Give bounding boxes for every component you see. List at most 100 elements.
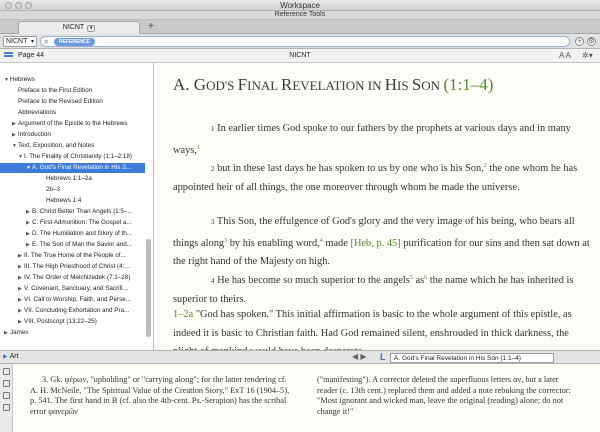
sidebar-item[interactable]: ▶ E. The Son of Man the Savior and... — [0, 240, 132, 250]
font-size-icon[interactable]: A A — [559, 51, 571, 60]
tab-nicnt[interactable]: NICNT ▾ — [18, 21, 140, 34]
sidebar-item[interactable]: ▶ B. Christ Better Than Angels (1:5–... — [0, 207, 133, 217]
footnote-marker[interactable]: 4 — [320, 238, 323, 244]
verse-number: 3 — [211, 218, 215, 226]
sidebar-scrollbar[interactable] — [146, 239, 151, 337]
art-toggle[interactable]: ▶ Art — [3, 353, 19, 360]
title-bar: Workspace — [0, 0, 600, 11]
footnote-marker[interactable]: 6 — [424, 275, 427, 281]
heading-reference-link[interactable]: (1:1–4) — [443, 75, 493, 94]
sidebar-item[interactable]: Hebrews 1:4 — [0, 196, 81, 206]
sidebar-item[interactable]: Abbreviations — [0, 108, 56, 118]
resource-select-label: NICNT — [6, 38, 28, 45]
verse-text: as — [415, 275, 425, 286]
footnote-marker[interactable]: 2 — [484, 163, 487, 169]
footnote-marker[interactable]: 3 — [224, 238, 227, 244]
verse-number: 2 — [211, 165, 215, 173]
toolbar-strip: Reference Tools — [0, 11, 600, 20]
sidebar-item[interactable]: ▶ VI. Call to Worship, Faith, and Perse..… — [0, 295, 131, 305]
sidebar-item-label: B. Christ Better Than Angels (1:5–... — [32, 208, 133, 215]
nav-arrows[interactable]: ◀ ▶ — [352, 352, 367, 361]
content-header: Page 44 NICNT A A ✲▾ — [0, 49, 600, 63]
sidebar-item[interactable]: Preface to the First Edition — [0, 86, 92, 96]
verse-text: but in these last days he has spoken to … — [217, 163, 484, 174]
sidebar-item-label: III. The High Priesthood of Christ (4:..… — [24, 263, 130, 270]
pin-icon[interactable] — [3, 404, 10, 411]
sidebar-item-label: VII. Concluding Exhortation and Pra... — [24, 307, 130, 314]
sidebar-item[interactable]: ▶ II. The True Home of the People of... — [0, 251, 126, 261]
sidebar-item-label: E. The Son of Man the Savior and... — [32, 241, 132, 248]
logos-link-icon[interactable]: L — [380, 352, 386, 362]
commentary-paragraph: 1–2a "God has spoken." This initial affi… — [173, 306, 593, 350]
sidebar-item-label: VIII. Postscript (13:22–25) — [24, 318, 97, 325]
verse-reference-link[interactable]: 1–2a — [173, 309, 193, 320]
tab-menu-icon[interactable]: ▾ — [87, 25, 96, 32]
footnote-marker[interactable]: 5 — [410, 275, 413, 281]
search-icon: ⌕ — [44, 37, 49, 46]
sidebar-item[interactable]: ▶ III. The High Priesthood of Christ (4:.… — [0, 262, 130, 272]
sidebar-item[interactable]: 2b–3 — [0, 185, 60, 195]
verse-text: In earlier times God spoke to our father… — [173, 123, 571, 156]
copy-icon[interactable] — [3, 380, 10, 387]
sidebar-item[interactable]: ▶ D. The Humiliation and Glory of th... — [0, 229, 132, 239]
sidebar-item-label: IV. The Order of Melchizedek (7:1–28) — [24, 274, 131, 281]
sidebar-item[interactable]: ▶ James — [0, 328, 29, 338]
reference-token[interactable]: REFERENCE — [54, 38, 95, 46]
sidebar-item-label: C. First Admonition: The Gospel a... — [32, 219, 132, 226]
notes-icon[interactable] — [3, 368, 10, 375]
sidebar-item[interactable]: ▶ VIII. Postscript (13:22–25) — [0, 317, 97, 327]
print-icon[interactable] — [3, 392, 10, 399]
sidebar-item-label: Preface to the First Edition — [18, 87, 93, 94]
sidebar-item[interactable]: ▶ V. Covenant, Sanctuary, and Sacrifi... — [0, 284, 128, 294]
sidebar-item[interactable]: ▼Text, Exposition, and Notes — [0, 141, 94, 151]
sidebar-item[interactable]: ▶ IV. The Order of Melchizedek (7:1–28) — [0, 273, 130, 283]
verse-number: 1 — [211, 125, 215, 133]
sidebar-item-label: Preface to the Revised Edition — [18, 98, 103, 105]
sidebar-item-label: VI. Call to Worship, Faith, and Perse... — [24, 296, 131, 303]
sidebar-item-label: A. God's Final Revelation in His S... — [32, 164, 132, 171]
toc-sidebar: ▼Hebrews Preface to the First Edition Pref… — [0, 63, 154, 350]
panel-menu-gear-icon[interactable]: ✲▾ — [582, 51, 593, 60]
sidebar-item-label: Hebrews — [10, 76, 35, 83]
tab-label: NICNT — [62, 24, 85, 31]
add-button[interactable]: + — [575, 37, 584, 46]
sidebar-item[interactable]: ▶ Argument of the Epistle to the Hebrews — [0, 119, 128, 129]
page-reference-link[interactable]: [Heb, p. 45] — [350, 238, 400, 249]
footnote-marker[interactable]: 1 — [197, 145, 200, 151]
sidebar-item[interactable]: Preface to the Revised Edition — [0, 97, 103, 107]
play-icon: ▶ — [3, 354, 8, 360]
sidebar-item-label: D. The Humiliation and Glory of th... — [32, 230, 132, 237]
article-pane: A. GOD'S FINAL REVELATION IN HIS SON (1:… — [155, 63, 600, 350]
sidebar-item[interactable]: ▼A. God's Final Revelation in His S... — [0, 163, 145, 173]
resource-select[interactable]: NICNT ▾ — [3, 36, 37, 47]
sidebar-item-label: Text, Exposition, and Notes — [18, 142, 95, 149]
verse-3: 3 This Son, the effulgence of God's glor… — [173, 213, 593, 272]
verse-1: 1 In earlier times God spoke to our fath… — [173, 120, 593, 160]
new-tab-button[interactable]: + — [148, 21, 154, 32]
sidebar-item-label: Introduction — [18, 131, 51, 138]
gear-icon[interactable]: ⚙ — [587, 37, 596, 46]
sidebar-item[interactable]: ▼Hebrews — [0, 75, 35, 85]
location-field[interactable]: A. God's Final Revelation in His Son (1:… — [390, 353, 554, 363]
verse-text: He has become so much superior to the an… — [217, 275, 410, 286]
verse-4: 4 He has become so much superior to the … — [173, 269, 593, 309]
chevron-down-icon: ▾ — [30, 39, 34, 45]
search-input[interactable]: ⌕ REFERENCE — [40, 36, 570, 47]
footnote-text-col2: ("manifesting"). A corrector deleted the… — [317, 375, 571, 416]
sidebar-item-label: Hebrews 1:1–2a — [46, 175, 92, 182]
sidebar-item[interactable]: ▼I. The Finality of Christianity (1:1–2:… — [0, 152, 132, 162]
verse-text: made — [325, 237, 348, 249]
footnote-toolbar — [0, 364, 13, 432]
sidebar-item[interactable]: ▶ VII. Concluding Exhortation and Pra... — [0, 306, 129, 316]
sidebar-item-label: James — [10, 329, 29, 336]
commentary-text: "God has spoken." This initial affirmati… — [173, 309, 572, 350]
window-title: Workspace — [280, 1, 320, 10]
sidebar-item[interactable]: ▶ Introduction — [0, 130, 51, 140]
section-heading: A. GOD'S FINAL REVELATION IN HIS SON (1:… — [173, 75, 494, 94]
footnote-text-col1: 3. Gk. φέρων, "upholding" or "carrying a… — [30, 375, 290, 416]
sidebar-item[interactable]: ▶ C. First Admonition: The Gospel a... — [0, 218, 132, 228]
art-label: Art — [9, 353, 19, 360]
sidebar-item[interactable]: Hebrews 1:1–2a — [0, 174, 92, 184]
sidebar-item-label: Argument of the Epistle to the Hebrews — [18, 120, 128, 127]
verse-number: 4 — [211, 277, 215, 285]
